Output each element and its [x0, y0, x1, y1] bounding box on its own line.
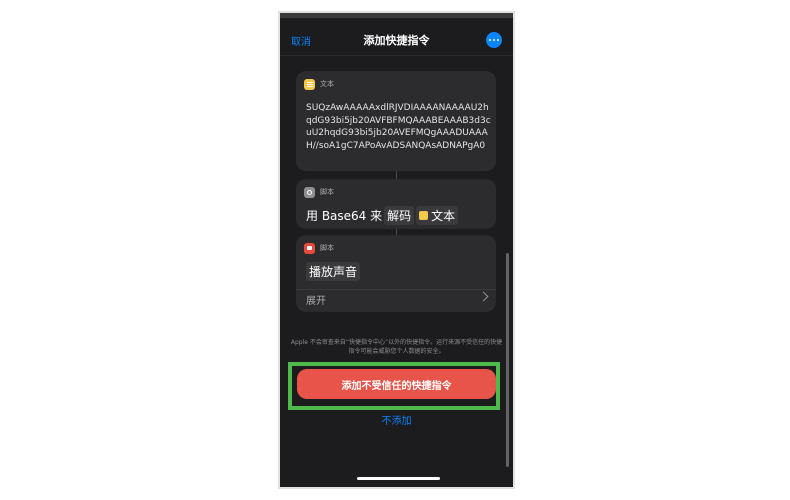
sound-app-icon — [304, 242, 315, 254]
nav-divider — [280, 55, 513, 56]
scripting-app-icon — [304, 186, 315, 198]
navigation-bar: 取消 添加快捷指令 — [280, 29, 513, 51]
variable-label: 文本 — [431, 208, 456, 223]
ellipsis-icon[interactable] — [486, 32, 502, 48]
base64-action-line: 用 Base64 来 解码 文本 — [306, 205, 459, 225]
chevron-right-icon — [478, 291, 489, 302]
card-header: 文本 — [304, 78, 334, 90]
card-kind-label: 文本 — [320, 80, 334, 88]
variable-token[interactable]: 文本 — [416, 205, 459, 225]
status-strip — [280, 13, 513, 18]
base64-action-card[interactable]: 脚本 用 Base64 来 解码 文本 — [296, 179, 496, 229]
card-header: 脚本 — [304, 186, 334, 198]
dont-add-button[interactable]: 不添加 — [280, 412, 513, 427]
phone-screen: 取消 添加快捷指令 文本 SUQzAwAAAAAxdlRJVDIAAAANAAA… — [278, 11, 515, 489]
card-kind-label: 脚本 — [320, 244, 334, 252]
sound-action-line: 播放声音 — [306, 261, 361, 281]
text-content-field[interactable]: SUQzAwAAAAAxdlRJVDIAAAANAAAAU2hqdG93bi5j… — [306, 102, 491, 152]
security-disclaimer: Apple 不会审查来自“快捷指令中心”以外的快捷指令。运行来源不受信任的快捷指… — [290, 339, 503, 355]
expand-button[interactable]: 展开 — [306, 292, 326, 307]
highlight-frame — [288, 362, 500, 410]
page-title: 添加快捷指令 — [363, 34, 430, 47]
mode-token[interactable]: 解码 — [384, 205, 415, 225]
card-kind-label: 脚本 — [320, 188, 334, 196]
action-prefix: 用 Base64 来 — [306, 208, 383, 223]
text-action-card[interactable]: 文本 SUQzAwAAAAAxdlRJVDIAAAANAAAAU2hqdG93b… — [296, 71, 496, 171]
text-variable-icon — [419, 210, 429, 220]
text-app-icon — [304, 78, 315, 90]
home-indicator — [357, 477, 440, 480]
flow-connector — [396, 171, 397, 179]
card-header: 脚本 — [304, 242, 334, 254]
card-divider — [296, 289, 496, 290]
play-sound-action-card[interactable]: 脚本 播放声音 展开 — [296, 235, 496, 312]
play-sound-token[interactable]: 播放声音 — [306, 261, 361, 281]
scrollbar[interactable] — [506, 253, 509, 467]
